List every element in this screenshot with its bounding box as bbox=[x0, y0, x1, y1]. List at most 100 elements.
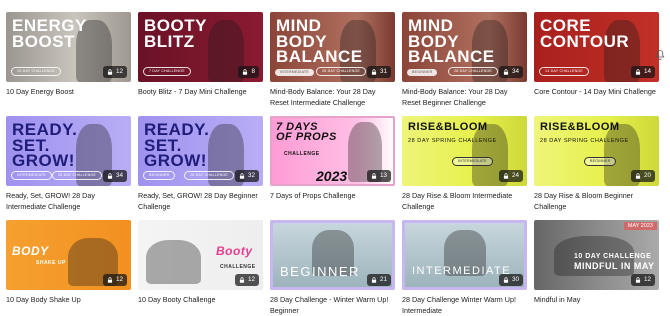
challenge-title[interactable]: 10 Day Body Shake Up bbox=[6, 294, 131, 305]
thumbnail-title: BOOTY BLITZ bbox=[144, 17, 207, 49]
video-count-badge: 30 bbox=[498, 274, 523, 286]
thumbnail-subtitle: SHAKE UP bbox=[36, 260, 66, 266]
challenge-thumbnail[interactable]: INTERMEDIATE 30 bbox=[402, 220, 527, 290]
challenge-title[interactable]: Ready, Set, GROW! 28 Day Beginner Challe… bbox=[138, 190, 263, 212]
video-count: 21 bbox=[379, 276, 387, 283]
challenge-card[interactable]: READY. SET. GROW! INTERMEDIATE 28 DAY CHALLE… bbox=[6, 116, 131, 212]
lock-icon bbox=[239, 277, 245, 283]
trainer-figure bbox=[146, 240, 201, 284]
challenge-title[interactable]: 28 Day Rise & Bloom Intermediate Challen… bbox=[402, 190, 527, 212]
video-count-badge: 34 bbox=[498, 66, 523, 78]
challenge-card[interactable]: MIND BODY BALANCE INTERMEDIATE 28 DAY CHALLE… bbox=[270, 12, 395, 108]
notification-bell-icon[interactable] bbox=[654, 49, 666, 61]
challenge-title[interactable]: 28 Day Rise & Bloom Beginner Challenge bbox=[534, 190, 659, 212]
challenge-thumbnail[interactable]: 7 DAYS OF PROPS CHALLENGE 2023 13 bbox=[270, 116, 395, 186]
challenge-thumbnail[interactable]: Booty CHALLENGE 12 bbox=[138, 220, 263, 290]
level-pill: 7 DAY CHALLENGE bbox=[143, 67, 191, 76]
thumbnail-title-line: GROW! bbox=[144, 151, 207, 171]
thumbnail-title: MIND BODY BALANCE bbox=[408, 17, 495, 67]
challenge-title[interactable]: Mind-Body Balance: Your 28 Day Reset Int… bbox=[270, 86, 395, 108]
challenge-title[interactable]: Booty Blitz - 7 Day Mini Challenge bbox=[138, 86, 263, 97]
video-count-badge: 8 bbox=[238, 66, 259, 78]
thumbnail-title: 7 DAYS OF PROPS bbox=[276, 121, 337, 144]
video-count-badge: 12 bbox=[234, 274, 259, 286]
challenge-thumbnail[interactable]: RISE&BLOOM 28 DAY SPRING CHALLENGE INTERME… bbox=[402, 116, 527, 186]
video-count: 14 bbox=[643, 68, 651, 75]
challenge-title[interactable]: Ready, Set, GROW! 28 Day Intermediate Ch… bbox=[6, 190, 131, 212]
challenge-card[interactable]: READY. SET. GROW! BEGINNER 28 DAY CHALLENGE 3… bbox=[138, 116, 263, 212]
date-tag: MAY 2023 bbox=[623, 222, 657, 230]
video-count: 8 bbox=[251, 68, 255, 75]
level-pill: INTERMEDIATE bbox=[11, 171, 52, 180]
duration-pill: 28 DAY CHALLENGE bbox=[184, 171, 235, 180]
thumbnail-title-line: RISE&BLOOM bbox=[540, 121, 620, 133]
video-count: 12 bbox=[643, 276, 651, 283]
challenge-thumbnail[interactable]: READY. SET. GROW! BEGINNER 28 DAY CHALLENGE 3… bbox=[138, 116, 263, 186]
challenge-card[interactable]: RISE&BLOOM 28 DAY SPRING CHALLENGE INTERME… bbox=[402, 116, 527, 212]
challenge-card[interactable]: Booty CHALLENGE 12 10 Day Booty Challenge bbox=[138, 220, 263, 305]
challenge-title[interactable]: 28 Day Challenge Winter Warm Up! Interme… bbox=[402, 294, 527, 316]
challenge-title[interactable]: 10 Day Energy Boost bbox=[6, 86, 131, 97]
challenge-card[interactable]: BOOTY BLITZ 7 DAY CHALLENGE 8 Booty Blitz - … bbox=[138, 12, 263, 97]
thumbnail-subtitle: 28 DAY SPRING CHALLENGE bbox=[408, 138, 497, 144]
video-count-badge: 12 bbox=[630, 274, 655, 286]
thumbnail-title: CORE CONTOUR bbox=[540, 17, 629, 49]
video-count: 20 bbox=[643, 172, 651, 179]
level-pill: BEGINNER bbox=[407, 69, 438, 76]
level-pill: BEGINNER bbox=[584, 157, 617, 166]
challenge-card[interactable]: 7 DAYS OF PROPS CHALLENGE 2023 13 7 Days of P… bbox=[270, 116, 395, 201]
thumbnail-title-line: INTERMEDIATE bbox=[412, 265, 512, 277]
challenge-thumbnail[interactable]: MIND BODY BALANCE BEGINNER 28 DAY CHALLENGE 3… bbox=[402, 12, 527, 82]
challenge-thumbnail[interactable]: BODY SHAKE UP 12 bbox=[6, 220, 131, 290]
challenge-title[interactable]: Core Contour - 14 Day Mini Challenge bbox=[534, 86, 659, 97]
duration-pill: 28 DAY CHALLENGE bbox=[448, 67, 499, 76]
video-count: 34 bbox=[511, 68, 519, 75]
thumbnail-title-line: OF PROPS bbox=[276, 131, 337, 144]
challenge-title[interactable]: Mind-Body Balance: Your 28 Day Reset Beg… bbox=[402, 86, 527, 108]
challenge-thumbnail[interactable]: BEGINNER 21 bbox=[270, 220, 395, 290]
challenge-card[interactable]: BODY SHAKE UP 12 10 Day Body Shake Up bbox=[6, 220, 131, 305]
challenge-thumbnail[interactable]: 10 DAY CHALLENGE MINDFUL IN MAY MAY 2023 12 bbox=[534, 220, 659, 290]
thumbnail-title: BEGINNER bbox=[280, 265, 360, 278]
video-count: 31 bbox=[379, 68, 387, 75]
lock-icon bbox=[243, 69, 248, 75]
video-count: 12 bbox=[247, 276, 255, 283]
thumbnail-title: READY. SET. GROW! bbox=[12, 121, 77, 169]
challenge-card[interactable]: ENERGY BOOST 10 DAY CHALLENGE 12 10 Day Ener… bbox=[6, 12, 131, 97]
duration-pill: 28 DAY CHALLENGE bbox=[316, 67, 367, 76]
thumbnail-year: 2023 bbox=[316, 168, 348, 184]
lock-icon bbox=[503, 277, 509, 283]
lock-icon bbox=[107, 69, 113, 75]
video-count-badge: 12 bbox=[102, 66, 127, 78]
challenge-thumbnail[interactable]: RISE&BLOOM 28 DAY SPRING CHALLENGE BEGINNE… bbox=[534, 116, 659, 186]
challenge-card[interactable]: CORE CONTOUR 14 DAY CHALLENGE 14 Core Contou… bbox=[534, 12, 659, 97]
video-count-badge: 14 bbox=[630, 66, 655, 78]
video-count: 32 bbox=[247, 172, 255, 179]
video-count: 13 bbox=[379, 172, 387, 179]
challenge-thumbnail[interactable]: CORE CONTOUR 14 DAY CHALLENGE 14 bbox=[534, 12, 659, 82]
video-count-badge: 12 bbox=[102, 274, 127, 286]
lock-icon bbox=[107, 173, 113, 179]
challenge-thumbnail[interactable]: ENERGY BOOST 10 DAY CHALLENGE 12 bbox=[6, 12, 131, 82]
challenge-thumbnail[interactable]: BOOTY BLITZ 7 DAY CHALLENGE 8 bbox=[138, 12, 263, 82]
thumbnail-subtitle: CHALLENGE bbox=[284, 151, 320, 157]
thumbnail-title-line: BALANCE bbox=[408, 47, 495, 67]
thumbnail-title: RISE&BLOOM bbox=[408, 121, 488, 132]
challenge-card[interactable]: BEGINNER 21 28 Day Challenge - Winter Warm… bbox=[270, 220, 395, 316]
challenge-title[interactable]: 10 Day Booty Challenge bbox=[138, 294, 263, 305]
thumbnail-subtitle: 28 DAY SPRING CHALLENGE bbox=[540, 138, 629, 144]
lock-icon bbox=[371, 173, 377, 179]
challenge-title[interactable]: Mindful in May bbox=[534, 294, 659, 305]
challenge-card[interactable]: 10 DAY CHALLENGE MINDFUL IN MAY MAY 2023 12… bbox=[534, 220, 659, 305]
challenge-title[interactable]: 7 Days of Props Challenge bbox=[270, 190, 395, 201]
lock-icon bbox=[503, 173, 509, 179]
challenge-title[interactable]: 28 Day Challenge - Winter Warm Up! Begin… bbox=[270, 294, 395, 316]
challenge-card[interactable]: RISE&BLOOM 28 DAY SPRING CHALLENGE BEGINNE… bbox=[534, 116, 659, 212]
challenge-thumbnail[interactable]: MIND BODY BALANCE INTERMEDIATE 28 DAY CHALLE… bbox=[270, 12, 395, 82]
challenge-card[interactable]: MIND BODY BALANCE BEGINNER 28 DAY CHALLENGE 3… bbox=[402, 12, 527, 108]
lock-icon bbox=[239, 173, 245, 179]
challenge-thumbnail[interactable]: READY. SET. GROW! INTERMEDIATE 28 DAY CHALLE… bbox=[6, 116, 131, 186]
thumbnail-title-line: BODY bbox=[12, 244, 49, 258]
challenge-card[interactable]: INTERMEDIATE 30 28 Day Challenge Winter Wa… bbox=[402, 220, 527, 316]
thumbnail-title-line: MINDFUL IN MAY bbox=[574, 261, 655, 272]
